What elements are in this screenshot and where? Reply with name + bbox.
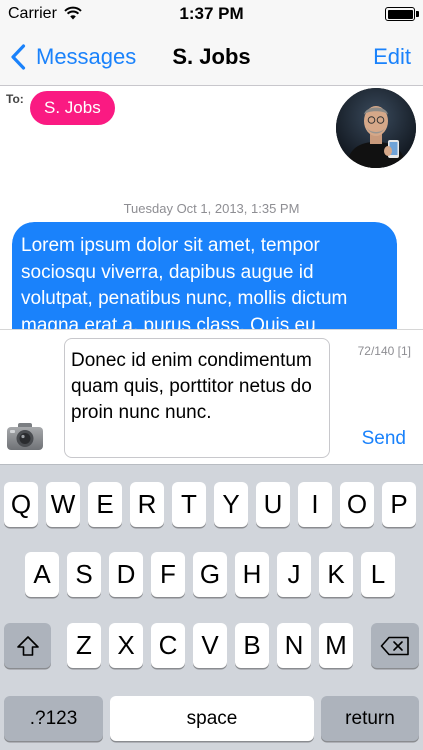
shift-icon (16, 635, 39, 656)
recipient-chip[interactable]: S. Jobs (30, 91, 115, 125)
message-input[interactable]: Donec id enim condimentum quam quis, por… (64, 338, 330, 458)
to-label: To: (6, 92, 24, 106)
key-d[interactable]: D (109, 552, 143, 597)
key-e[interactable]: E (88, 482, 122, 527)
battery-icon (385, 7, 415, 21)
key-i[interactable]: I (298, 482, 332, 527)
battery-tip (416, 11, 419, 17)
key-w[interactable]: W (46, 482, 80, 527)
key-t[interactable]: T (172, 482, 206, 527)
avatar[interactable] (336, 88, 416, 168)
key-c[interactable]: C (151, 623, 185, 668)
key-a[interactable]: A (25, 552, 59, 597)
key-v[interactable]: V (193, 623, 227, 668)
back-button-label: Messages (36, 44, 137, 69)
key-n[interactable]: N (277, 623, 311, 668)
status-time: 1:37 PM (179, 4, 244, 23)
key-q[interactable]: Q (4, 482, 38, 527)
send-button[interactable]: Send (362, 428, 406, 450)
return-key[interactable]: return (321, 696, 419, 741)
key-o[interactable]: O (340, 482, 374, 527)
back-button[interactable]: Messages (10, 42, 136, 72)
chevron-left-icon (11, 44, 26, 70)
space-key[interactable]: space (110, 696, 314, 741)
key-r[interactable]: R (130, 482, 164, 527)
backspace-icon (380, 636, 409, 655)
key-m[interactable]: M (319, 623, 353, 668)
shift-key[interactable] (4, 623, 51, 668)
character-counter: 72/140 [1] (357, 344, 411, 358)
key-f[interactable]: F (151, 552, 185, 597)
battery-level (387, 9, 413, 19)
key-s[interactable]: S (67, 552, 101, 597)
key-l[interactable]: L (361, 552, 395, 597)
message-bubble[interactable]: Lorem ipsum dolor sit amet, tempor socio… (12, 222, 397, 329)
key-x[interactable]: X (109, 623, 143, 668)
key-z[interactable]: Z (67, 623, 101, 668)
camera-icon[interactable] (6, 420, 44, 452)
key-u[interactable]: U (256, 482, 290, 527)
key-y[interactable]: Y (214, 482, 248, 527)
message-timestamp: Tuesday Oct 1, 2013, 1:35 PM (123, 201, 300, 216)
key-b[interactable]: B (235, 623, 269, 668)
status-bar: Carrier 1:37 PM (0, 0, 423, 28)
key-g[interactable]: G (193, 552, 227, 597)
keyboard: Q W E R T Y U I O P A S D F G H J K L Z X C V B N M .?123 space retu… (0, 464, 423, 750)
message-bubble-container: Lorem ipsum dolor sit amet, tempor socio… (12, 222, 397, 329)
composer-divider (0, 329, 423, 330)
key-j[interactable]: J (277, 552, 311, 597)
nav-bar: Messages S. Jobs Edit (0, 28, 423, 86)
key-h[interactable]: H (235, 552, 269, 597)
avatar-portrait-icon (336, 88, 416, 168)
numbers-key[interactable]: .?123 (4, 696, 103, 741)
delete-key[interactable] (371, 623, 419, 668)
key-p[interactable]: P (382, 482, 416, 527)
edit-button[interactable]: Edit (373, 44, 411, 70)
key-k[interactable]: K (319, 552, 353, 597)
